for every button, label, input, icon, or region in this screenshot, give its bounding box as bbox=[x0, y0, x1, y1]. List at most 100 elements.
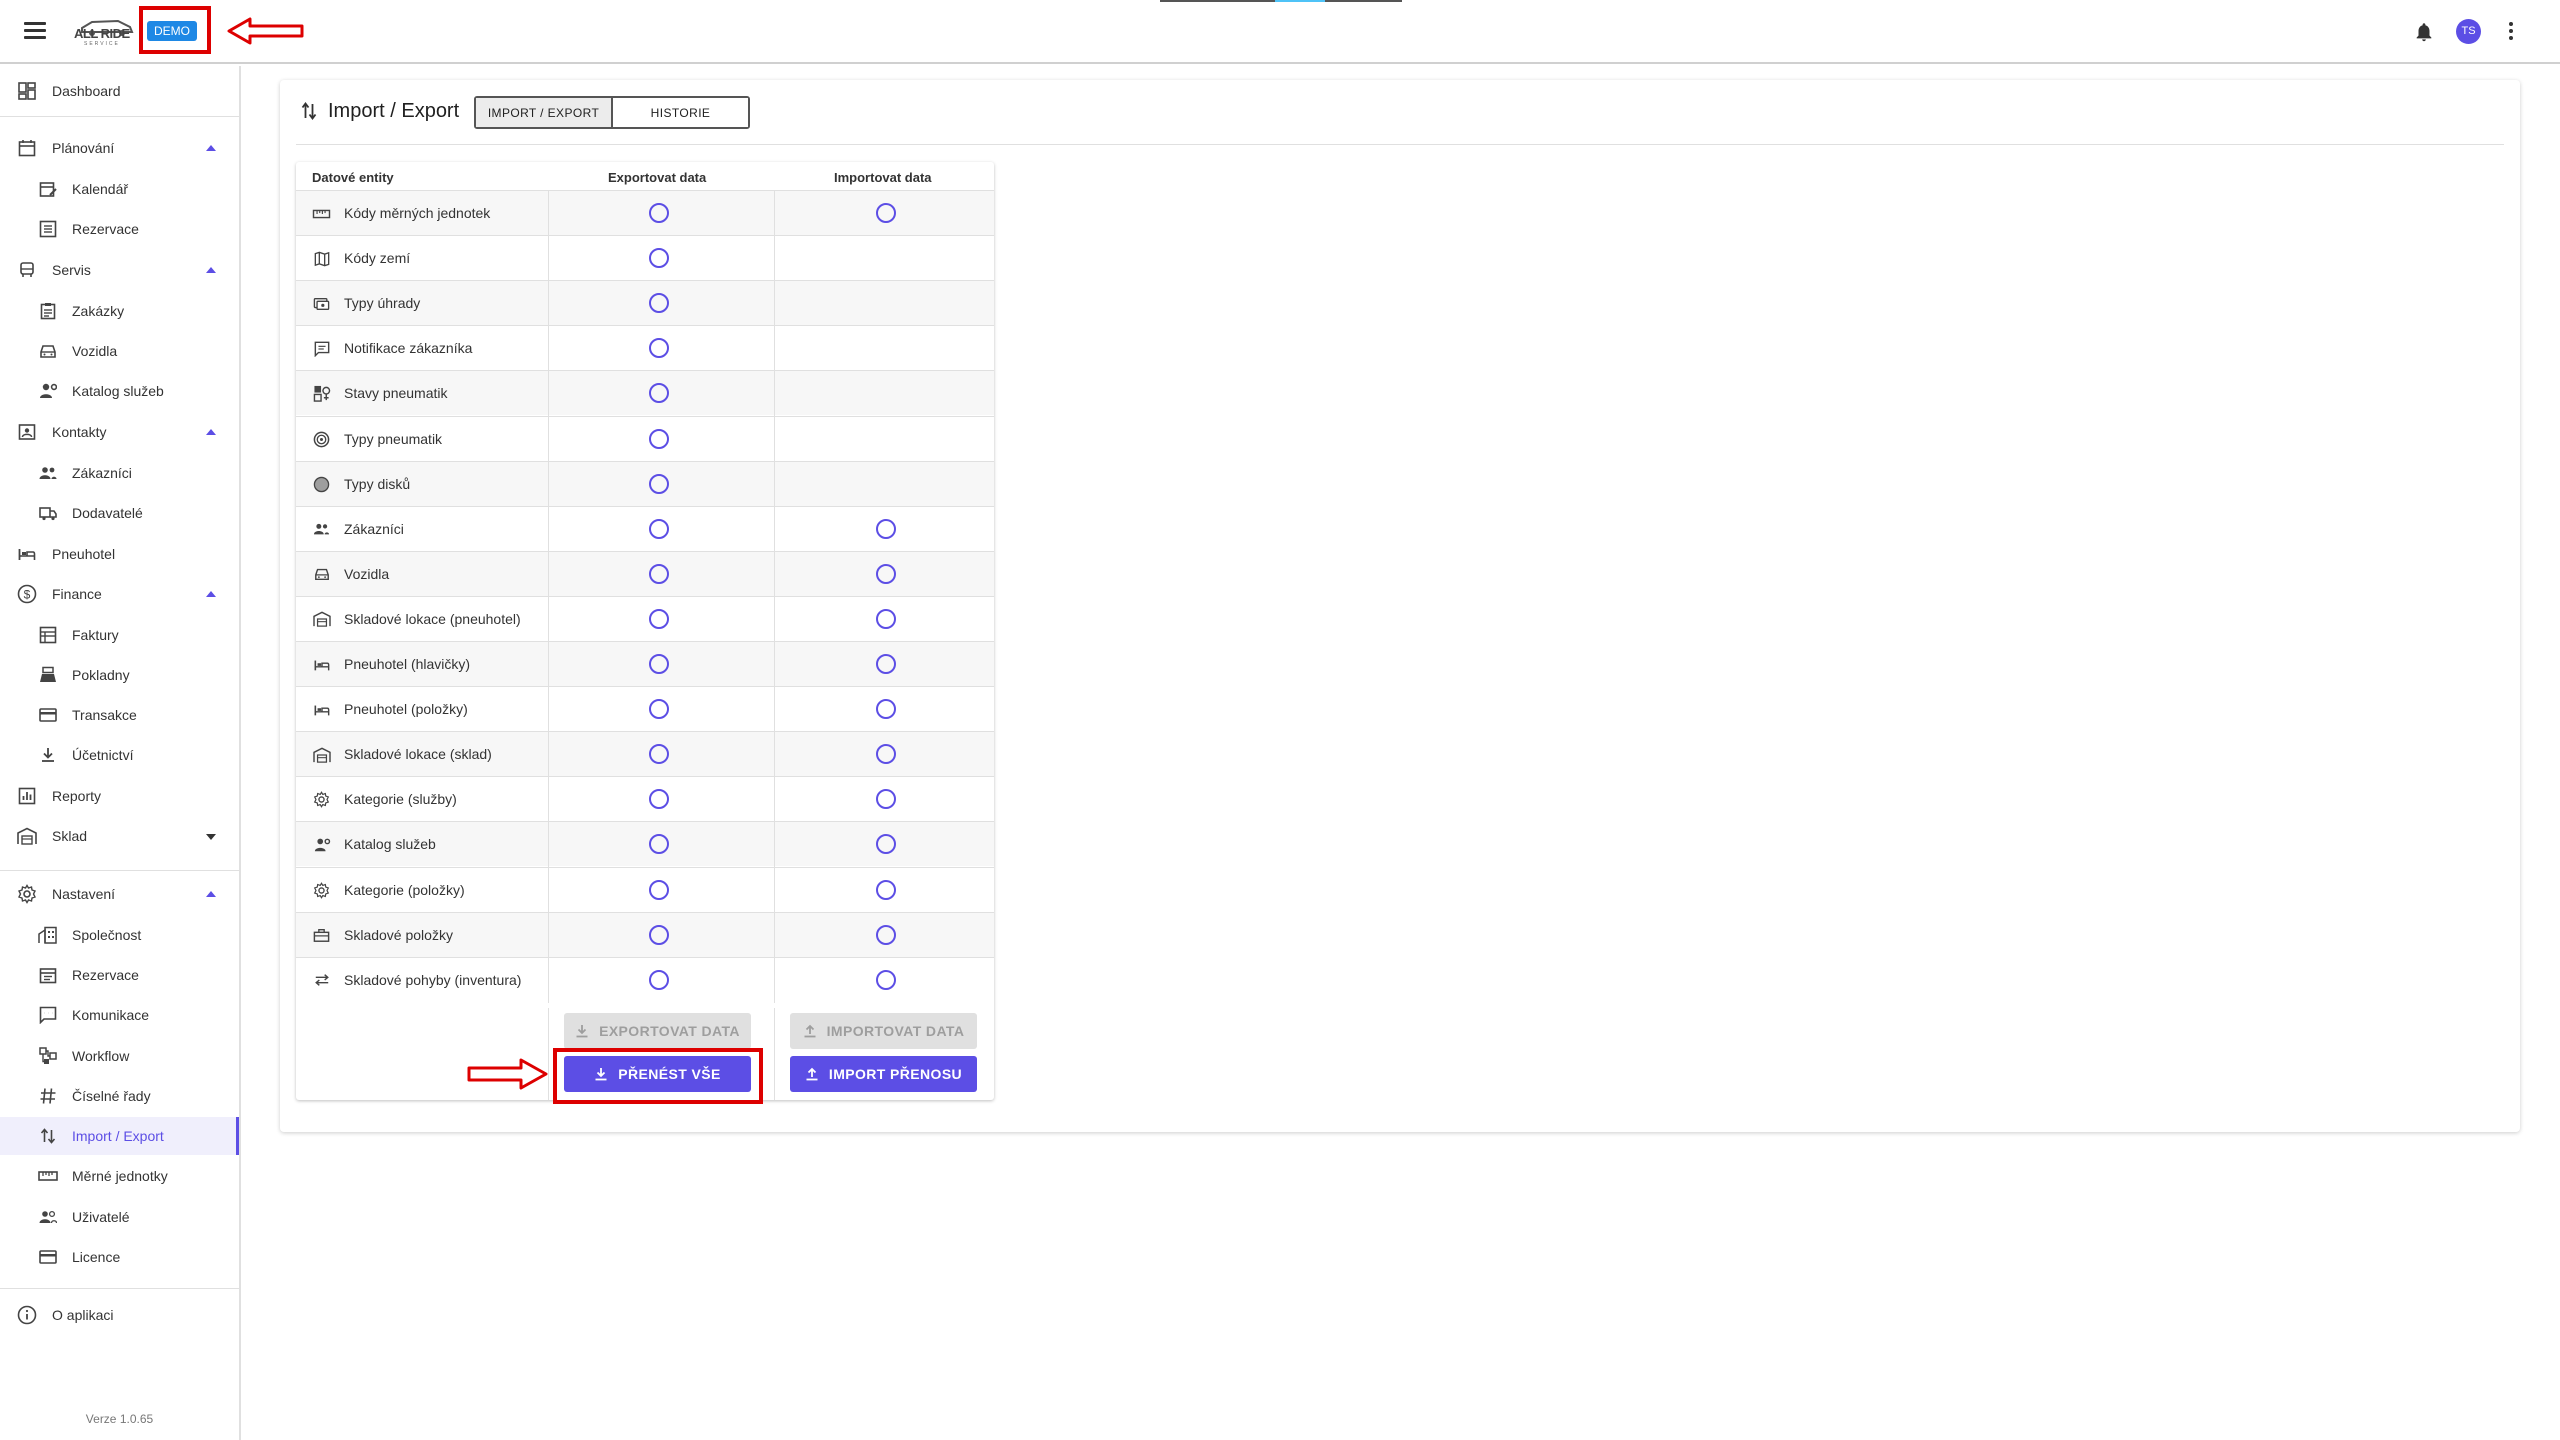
sidebar-item-uzivatele[interactable]: Uživatelé bbox=[0, 1198, 239, 1236]
sidebar-item-dashboard[interactable]: Dashboard bbox=[0, 72, 239, 110]
sidebar-item-ciselne-rady[interactable]: Číselné řady bbox=[0, 1077, 239, 1115]
export-radio[interactable] bbox=[649, 654, 669, 674]
sidebar-group-sklad[interactable]: Sklad bbox=[0, 817, 239, 855]
swap-vertical-icon bbox=[38, 1126, 58, 1146]
workflow-icon bbox=[38, 1046, 58, 1066]
import-radio[interactable] bbox=[876, 518, 896, 539]
export-radio[interactable] bbox=[649, 744, 669, 765]
export-radio[interactable] bbox=[649, 473, 669, 494]
table-row: Stavy pneumatik bbox=[296, 370, 994, 417]
sidebar-item-ucetnictvi[interactable]: Účetnictví bbox=[0, 736, 239, 774]
sidebar-item-nastaveni-rezervace[interactable]: Rezervace bbox=[0, 956, 239, 994]
column-divider bbox=[774, 1008, 775, 1100]
sidebar-item-label: Reporty bbox=[52, 788, 102, 804]
annotation-arrow-right-icon bbox=[467, 1058, 548, 1090]
sidebar-item-label: Číselné řady bbox=[72, 1088, 151, 1104]
chevron-up-icon bbox=[206, 591, 216, 597]
notification-bell-icon[interactable] bbox=[2413, 20, 2435, 44]
export-radio[interactable] bbox=[649, 518, 669, 539]
user-avatar[interactable]: TS bbox=[2456, 19, 2481, 44]
export-radio[interactable] bbox=[649, 293, 669, 314]
export-radio[interactable] bbox=[649, 608, 669, 629]
sidebar-item-licence[interactable]: Licence bbox=[0, 1238, 239, 1276]
annotation-arrow-left-icon bbox=[227, 17, 304, 45]
tab-historie[interactable]: HISTORIE bbox=[613, 98, 748, 127]
app-version: Verze 1.0.65 bbox=[85, 1412, 154, 1426]
ruler-icon bbox=[312, 204, 331, 223]
export-radio[interactable] bbox=[649, 428, 669, 449]
sidebar-item-kalendar[interactable]: Kalendář bbox=[0, 170, 239, 208]
menu-icon[interactable] bbox=[24, 22, 46, 40]
export-radio[interactable] bbox=[649, 338, 669, 359]
column-divider bbox=[774, 912, 775, 958]
export-radio[interactable] bbox=[649, 969, 669, 990]
entity-label: Pneuhotel (hlavičky) bbox=[344, 656, 471, 672]
export-radio[interactable] bbox=[649, 879, 669, 900]
import-data-button[interactable]: IMPORTOVAT DATA bbox=[790, 1013, 977, 1049]
import-radio[interactable] bbox=[876, 563, 896, 584]
sidebar-item-merne-jednotky[interactable]: Měrné jednotky bbox=[0, 1157, 239, 1195]
sidebar-group-nastaveni[interactable]: Nastavení bbox=[0, 875, 239, 913]
sidebar-item-spolecnost[interactable]: Společnost bbox=[0, 916, 239, 954]
import-radio[interactable] bbox=[876, 654, 896, 674]
sidebar-item-workflow[interactable]: Workflow bbox=[0, 1037, 239, 1075]
sidebar-item-dodavatele[interactable]: Dodavatelé bbox=[0, 494, 239, 532]
import-radio[interactable] bbox=[876, 879, 896, 900]
sidebar-item-pokladny[interactable]: Pokladny bbox=[0, 656, 239, 694]
sidebar-item-katalog-sluzeb[interactable]: Katalog služeb bbox=[0, 372, 239, 410]
sidebar-item-komunikace[interactable]: Komunikace bbox=[0, 996, 239, 1034]
sidebar-item-zakazky[interactable]: Zakázky bbox=[0, 292, 239, 330]
entity-label: Kódy zemí bbox=[344, 250, 411, 267]
tab-import-export[interactable]: IMPORT / EXPORT bbox=[476, 98, 613, 127]
export-radio[interactable] bbox=[649, 699, 669, 720]
download-icon bbox=[576, 1025, 588, 1038]
more-vert-icon[interactable] bbox=[2508, 22, 2514, 42]
sidebar-nav: Dashboard Plánování Kalendář Rezervace S… bbox=[0, 66, 241, 1440]
import-radio[interactable] bbox=[876, 834, 896, 855]
sidebar-item-transakce[interactable]: Transakce bbox=[0, 696, 239, 734]
top-app-bar: ALL RIDE SERVICE DEMO TS bbox=[0, 0, 2560, 64]
chevron-up-icon bbox=[206, 145, 216, 151]
export-data-button[interactable]: EXPORTOVAT DATA bbox=[564, 1013, 751, 1049]
car-wash-icon bbox=[17, 260, 37, 280]
dashboard-icon bbox=[17, 81, 37, 101]
import-transfer-button[interactable]: IMPORT PŘENOSU bbox=[790, 1056, 977, 1092]
sidebar-item-faktury[interactable]: Faktury bbox=[0, 616, 239, 654]
calendar-list-icon bbox=[38, 965, 58, 985]
export-radio[interactable] bbox=[649, 248, 669, 269]
export-radio[interactable] bbox=[649, 203, 669, 223]
entity-label: Skladové pohyby (inventura) bbox=[344, 971, 522, 988]
import-radio[interactable] bbox=[876, 699, 896, 720]
sidebar-group-kontakty[interactable]: Kontakty bbox=[0, 413, 239, 451]
import-radio[interactable] bbox=[876, 789, 896, 810]
header-divider bbox=[296, 144, 2504, 145]
import-radio[interactable] bbox=[876, 608, 896, 629]
import-radio[interactable] bbox=[876, 203, 896, 223]
import-radio[interactable] bbox=[876, 969, 896, 990]
export-radio[interactable] bbox=[649, 383, 669, 404]
sidebar-item-zakaznici[interactable]: Zákazníci bbox=[0, 454, 239, 492]
sidebar-group-finance[interactable]: $ Finance bbox=[0, 575, 239, 613]
column-divider bbox=[774, 416, 775, 462]
export-radio[interactable] bbox=[649, 924, 669, 945]
sidebar-group-planovani[interactable]: Plánování bbox=[0, 129, 239, 167]
sidebar-item-rezervace[interactable]: Rezervace bbox=[0, 210, 239, 248]
sidebar-group-servis[interactable]: Servis bbox=[0, 251, 239, 289]
entity-label: Typy disků bbox=[344, 475, 411, 492]
export-radio[interactable] bbox=[649, 563, 669, 584]
page-title: Import / Export bbox=[328, 100, 460, 122]
upload-icon bbox=[804, 1024, 816, 1038]
sidebar-item-import-export[interactable]: Import / Export bbox=[0, 1117, 239, 1155]
car-icon bbox=[312, 565, 331, 584]
sidebar-item-pneuhotel[interactable]: Pneuhotel bbox=[0, 535, 239, 573]
column-divider bbox=[548, 236, 549, 282]
import-radio[interactable] bbox=[876, 744, 896, 765]
sidebar-item-label: Import / Export bbox=[72, 1128, 164, 1144]
sidebar-item-o-aplikaci[interactable]: O aplikaci bbox=[0, 1296, 239, 1334]
sidebar-item-vozidla[interactable]: Vozidla bbox=[0, 332, 239, 370]
import-radio[interactable] bbox=[876, 924, 896, 945]
export-radio[interactable] bbox=[649, 834, 669, 855]
sidebar-item-reporty[interactable]: Reporty bbox=[0, 777, 239, 815]
export-radio[interactable] bbox=[649, 789, 669, 810]
entity-label: Skladové položky bbox=[344, 926, 453, 943]
